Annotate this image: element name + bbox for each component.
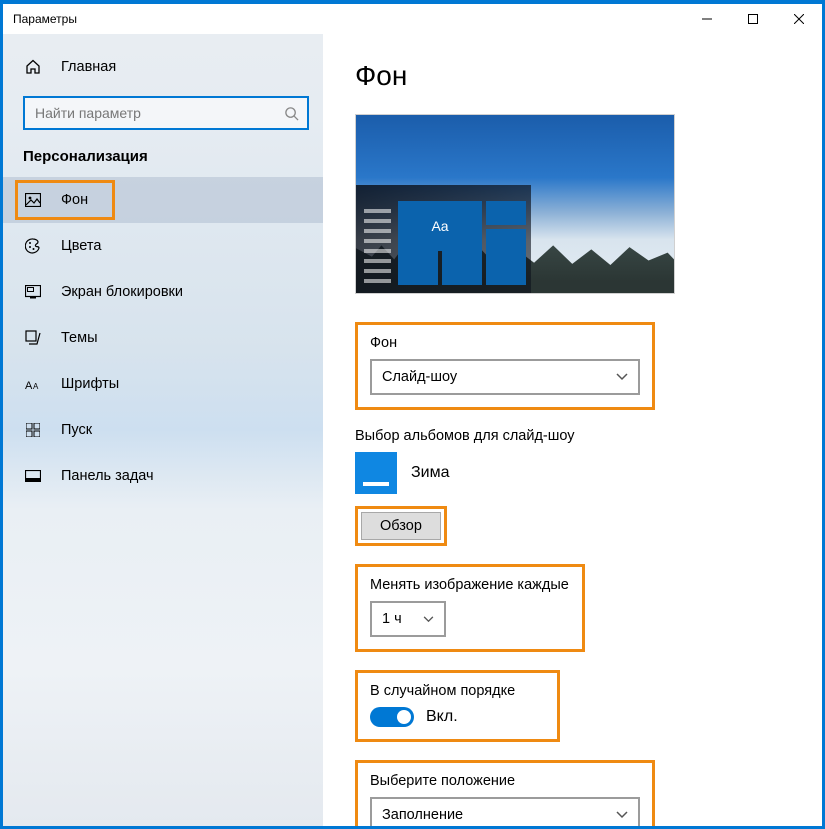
main-content: Фон Aa Фон Слайд- [323,34,822,826]
bg-label: Фон [370,335,640,351]
sidebar-item-label: Темы [61,330,98,346]
chevron-down-icon [616,811,628,819]
sidebar-item-lockscreen[interactable]: Экран блокировки [3,269,323,315]
search-icon [284,106,299,121]
interval-label: Менять изображение каждые [370,577,570,593]
home-link[interactable]: Главная [3,46,323,88]
sidebar-item-fonts[interactable]: AA Шрифты [3,361,323,407]
chevron-down-icon [423,616,434,623]
sidebar-item-colors[interactable]: Цвета [3,223,323,269]
maximize-button[interactable] [730,4,776,34]
highlight-box: Фон Слайд-шоу [355,322,655,410]
chevron-down-icon [616,373,628,381]
bg-dropdown[interactable]: Слайд-шоу [370,359,640,395]
settings-window: Параметры Главная [0,0,825,829]
home-icon [23,59,43,75]
close-button[interactable] [776,4,822,34]
interval-dropdown[interactable]: 1 ч [370,601,446,637]
search-input[interactable] [35,105,284,121]
sidebar-item-label: Пуск [61,422,92,438]
sidebar-item-themes[interactable]: Темы [3,315,323,361]
fit-label: Выберите положение [370,773,640,789]
minimize-button[interactable] [684,4,730,34]
sidebar-item-start[interactable]: Пуск [3,407,323,453]
taskbar-icon [23,470,43,482]
folder-icon [355,452,397,494]
fit-value: Заполнение [382,807,463,823]
album-label: Выбор альбомов для слайд-шоу [355,428,790,444]
sidebar-item-label: Шрифты [61,376,119,392]
shuffle-toggle[interactable] [370,707,414,727]
start-icon [23,423,43,437]
home-label: Главная [61,59,116,75]
search-box[interactable] [23,96,309,130]
sidebar-item-label: Фон [61,192,88,208]
sidebar-item-label: Панель задач [61,468,154,484]
lockscreen-icon [23,285,43,299]
bg-value: Слайд-шоу [382,369,457,385]
shuffle-label: В случайном порядке [370,683,545,699]
sidebar-item-label: Экран блокировки [61,284,183,300]
fonts-icon: AA [23,377,43,391]
fit-dropdown[interactable]: Заполнение [370,797,640,826]
highlight-box: Менять изображение каждые 1 ч [355,564,585,652]
highlight-box: Обзор [355,506,447,546]
svg-text:A: A [33,382,39,391]
picture-icon [23,193,43,207]
sidebar-item-taskbar[interactable]: Панель задач [3,453,323,499]
sidebar-item-background[interactable]: Фон [3,177,323,223]
preview-tile-aa: Aa [398,201,482,251]
album-name: Зима [411,464,450,482]
shuffle-state: Вкл. [426,708,458,726]
themes-icon [23,330,43,346]
sidebar: Главная Персонализация Фон [3,34,323,826]
highlight-box: В случайном порядке Вкл. [355,670,560,742]
browse-button[interactable]: Обзор [361,512,441,540]
interval-value: 1 ч [382,611,402,627]
page-title: Фон [355,60,790,92]
album-item[interactable]: Зима [355,452,790,494]
window-title: Параметры [13,12,77,26]
desktop-preview: Aa [355,114,675,294]
sidebar-item-label: Цвета [61,238,101,254]
titlebar: Параметры [3,4,822,34]
palette-icon [23,238,43,254]
svg-text:A: A [25,380,33,391]
highlight-box: Выберите положение Заполнение [355,760,655,826]
section-title: Персонализация [3,148,323,177]
